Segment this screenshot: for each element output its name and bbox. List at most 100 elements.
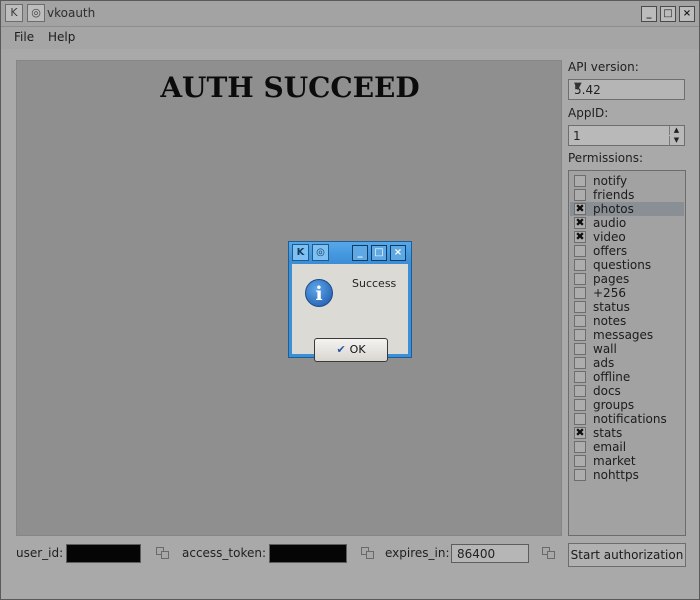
copy-access-token-icon[interactable] <box>361 547 375 560</box>
permission-checkbox[interactable] <box>574 385 586 397</box>
permission-item[interactable]: +256 <box>570 286 684 300</box>
permission-checkbox[interactable] <box>574 189 586 201</box>
permission-item[interactable]: groups <box>570 398 684 412</box>
api-version-select[interactable]: 5.42 ▼ <box>568 79 685 100</box>
permission-item[interactable]: nohttps <box>570 468 684 482</box>
access-token-field[interactable] <box>269 544 347 563</box>
permission-label: offers <box>593 244 628 258</box>
permission-label: ads <box>593 356 615 370</box>
permission-item[interactable]: messages <box>570 328 684 342</box>
permission-checkbox[interactable] <box>574 315 586 327</box>
ok-button[interactable]: ✔ OK <box>314 338 388 362</box>
copy-expires-in-icon[interactable] <box>542 547 556 560</box>
permission-checkbox[interactable] <box>574 329 586 341</box>
dialog-body: i Success ✔ OK <box>292 264 408 362</box>
minimize-icon[interactable]: _ <box>352 245 368 261</box>
permission-item[interactable]: notes <box>570 314 684 328</box>
window-title: vkoauth <box>47 6 96 20</box>
permission-checkbox[interactable] <box>574 413 586 425</box>
dialog-message: Success <box>352 277 397 290</box>
permission-item[interactable]: friends <box>570 188 684 202</box>
permission-checkbox[interactable] <box>574 301 586 313</box>
copy-user-id-icon[interactable] <box>156 547 170 560</box>
permission-label: audio <box>593 216 627 230</box>
start-authorization-button[interactable]: Start authorization <box>568 543 686 567</box>
permission-item[interactable]: ✖ audio <box>570 216 684 230</box>
permission-label: messages <box>593 328 654 342</box>
chevron-down-icon[interactable]: ▼ <box>574 81 680 92</box>
user-id-field[interactable] <box>66 544 141 563</box>
window-menu-icon[interactable]: ◎ <box>27 4 45 22</box>
permission-item[interactable]: notify <box>570 174 684 188</box>
dialog-title-bar[interactable]: K ◎ _ □ × <box>289 242 411 264</box>
permission-item[interactable]: offers <box>570 244 684 258</box>
permission-label: nohttps <box>593 468 639 482</box>
permission-item[interactable]: ✖ stats <box>570 426 684 440</box>
permission-item[interactable]: status <box>570 300 684 314</box>
api-version-label: API version: <box>568 60 639 74</box>
appid-value: 1 <box>573 129 581 143</box>
permission-item[interactable]: offline <box>570 370 684 384</box>
permission-item[interactable]: ✖ video <box>570 230 684 244</box>
permission-item[interactable]: ads <box>570 356 684 370</box>
title-bar[interactable]: K ◎ vkoauth _ □ × <box>1 1 699 27</box>
permission-checkbox[interactable] <box>574 399 586 411</box>
menu-help[interactable]: Help <box>48 30 75 44</box>
permission-label: market <box>593 454 636 468</box>
expires-in-value: 86400 <box>457 547 496 561</box>
permission-label: notifications <box>593 412 667 426</box>
maximize-icon[interactable]: □ <box>660 6 676 22</box>
permission-item[interactable]: notifications <box>570 412 684 426</box>
window-menu-icon[interactable]: ◎ <box>312 244 329 261</box>
permission-label: photos <box>593 202 634 216</box>
permission-item[interactable]: wall <box>570 342 684 356</box>
close-icon[interactable]: × <box>390 245 406 261</box>
permission-checkbox[interactable] <box>574 343 586 355</box>
permission-item[interactable]: market <box>570 454 684 468</box>
permission-checkbox[interactable] <box>574 175 586 187</box>
maximize-icon[interactable]: □ <box>371 245 387 261</box>
permission-item[interactable]: pages <box>570 272 684 286</box>
permission-checkbox[interactable]: ✖ <box>574 217 586 229</box>
checkmark-icon: ✔ <box>336 343 346 356</box>
permission-checkbox[interactable] <box>574 441 586 453</box>
spin-down-icon[interactable]: ▼ <box>669 136 683 145</box>
expires-in-label: expires_in: <box>385 546 450 560</box>
permission-checkbox[interactable]: ✖ <box>574 427 586 439</box>
menu-help-label: Help <box>48 30 76 44</box>
spin-up-icon[interactable]: ▲ <box>669 126 683 135</box>
permission-checkbox[interactable] <box>574 469 586 481</box>
permission-item[interactable]: docs <box>570 384 684 398</box>
vk-logo-icon[interactable]: K <box>292 244 309 261</box>
menu-file-label: File <box>14 30 35 44</box>
permission-checkbox[interactable] <box>574 371 586 383</box>
permission-item[interactable]: ✖ photos <box>570 202 684 216</box>
vk-logo-icon[interactable]: K <box>5 4 23 22</box>
permission-checkbox[interactable] <box>574 273 586 285</box>
permission-label: notify <box>593 174 628 188</box>
permission-item[interactable]: questions <box>570 258 684 272</box>
permission-checkbox[interactable] <box>574 287 586 299</box>
permission-label: offline <box>593 370 631 384</box>
menu-file[interactable]: File <box>14 30 34 44</box>
close-icon[interactable]: × <box>679 6 695 22</box>
permission-checkbox[interactable] <box>574 455 586 467</box>
permission-label: docs <box>593 384 621 398</box>
permission-label: status <box>593 300 630 314</box>
permission-checkbox[interactable] <box>574 259 586 271</box>
permission-label: stats <box>593 426 623 440</box>
permission-label: wall <box>593 342 617 356</box>
permission-checkbox[interactable]: ✖ <box>574 231 586 243</box>
permission-checkbox[interactable] <box>574 357 586 369</box>
permission-label: groups <box>593 398 635 412</box>
expires-in-field[interactable]: 86400 <box>451 544 529 563</box>
permission-checkbox[interactable] <box>574 245 586 257</box>
permission-checkbox[interactable]: ✖ <box>574 203 586 215</box>
permissions-list[interactable]: notify friends ✖ photos ✖ audio ✖ video offers qu… <box>568 170 686 536</box>
menu-bar: File Help <box>1 27 699 49</box>
permission-label: pages <box>593 272 630 286</box>
appid-spinbox[interactable]: 1 ▲ ▼ <box>568 125 685 146</box>
permissions-label: Permissions: <box>568 151 644 165</box>
permission-item[interactable]: email <box>570 440 684 454</box>
minimize-icon[interactable]: _ <box>641 6 657 22</box>
